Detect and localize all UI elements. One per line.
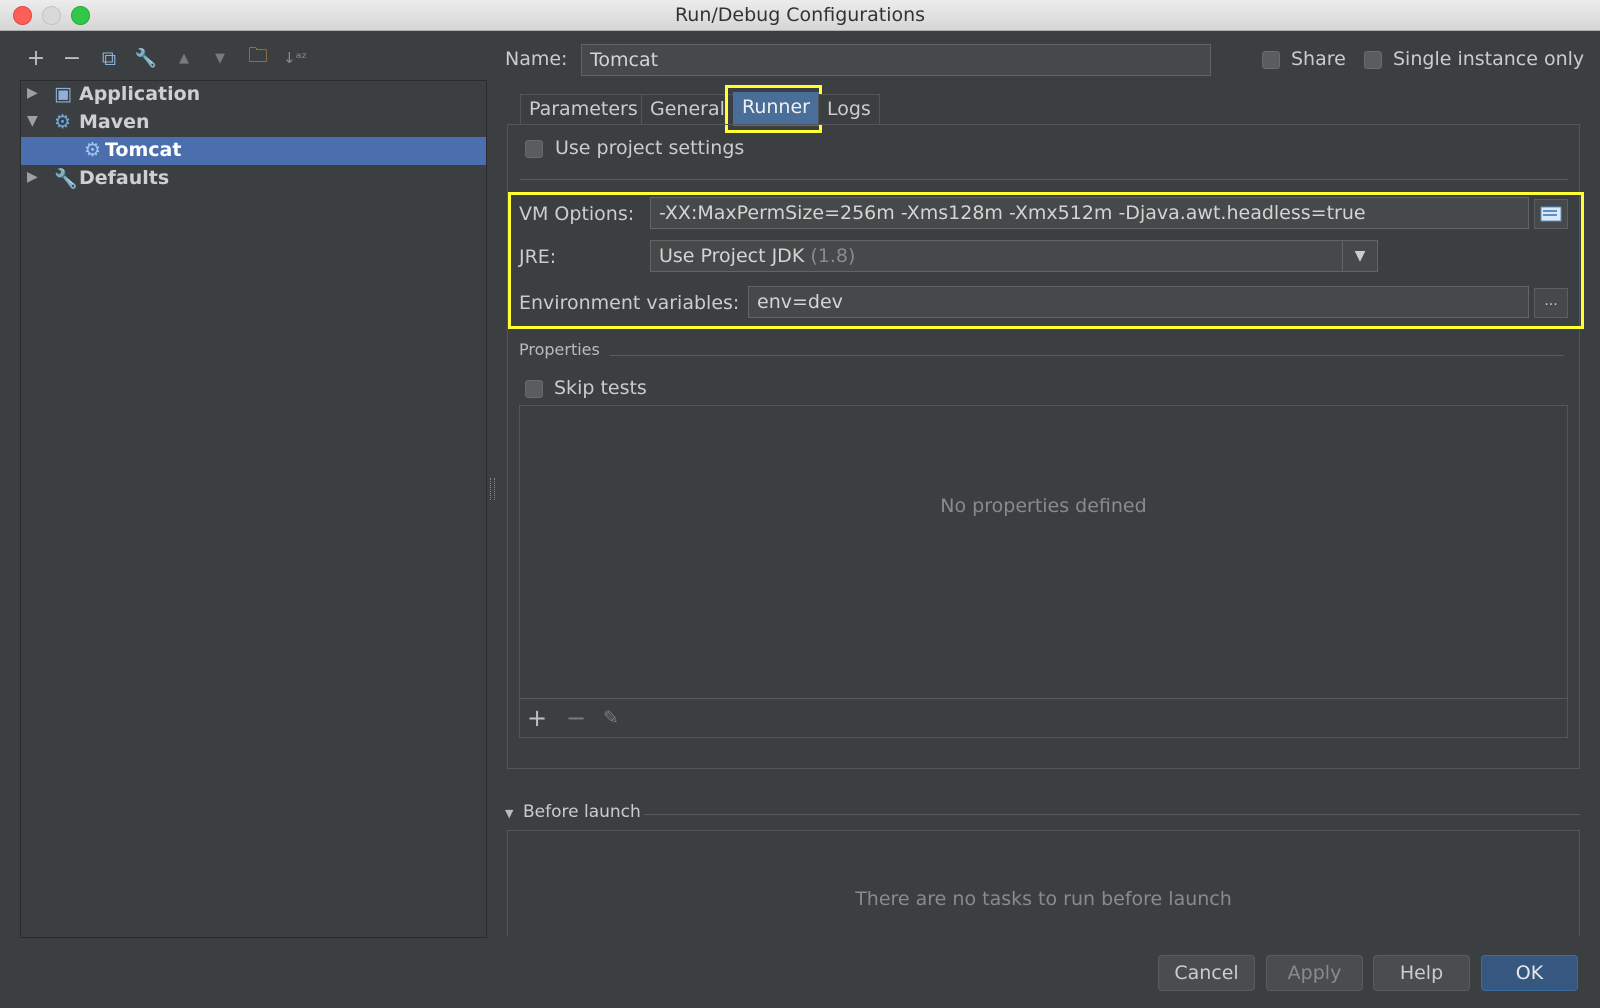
- share-checkbox[interactable]: [1262, 51, 1280, 69]
- splitter-handle[interactable]: [490, 478, 495, 500]
- tree-item-maven[interactable]: ▼ ⚙ Maven: [21, 109, 486, 137]
- browse-env-button[interactable]: ...: [1534, 288, 1568, 318]
- empty-properties-text: No properties defined: [940, 495, 1147, 517]
- before-launch-title[interactable]: Before launch: [523, 802, 641, 822]
- jre-version: (1.8): [810, 245, 856, 267]
- share-label: Share: [1291, 48, 1346, 70]
- help-button[interactable]: Help: [1373, 955, 1470, 991]
- ok-button[interactable]: OK: [1481, 955, 1578, 991]
- collapse-arrow-icon[interactable]: ▼: [27, 113, 38, 129]
- divider: [520, 698, 1567, 699]
- tree-item-label: Application: [79, 83, 201, 105]
- name-label: Name:: [505, 48, 568, 70]
- application-icon: ▣: [54, 83, 72, 105]
- properties-table[interactable]: [519, 405, 1568, 738]
- skip-tests-checkbox[interactable]: [525, 380, 543, 398]
- tree-item-defaults[interactable]: ▶ 🔧 Defaults: [21, 165, 486, 193]
- jre-select[interactable]: Use Project JDK (1.8) ▼: [650, 240, 1378, 272]
- expand-editor-button[interactable]: [1534, 199, 1568, 229]
- chevron-down-icon[interactable]: ▼: [1342, 241, 1377, 271]
- before-launch-empty-text: There are no tasks to run before launch: [855, 888, 1232, 910]
- before-launch-list[interactable]: [507, 830, 1580, 936]
- single-instance-checkbox[interactable]: [1364, 51, 1382, 69]
- divider: [520, 179, 1568, 180]
- use-project-settings-checkbox[interactable]: [525, 140, 543, 158]
- move-down-icon[interactable]: ▼: [205, 44, 235, 72]
- tree-item-application[interactable]: ▶ ▣ Application: [21, 81, 486, 109]
- cancel-button[interactable]: Cancel: [1158, 955, 1255, 991]
- copy-icon[interactable]: ⧉: [94, 44, 124, 72]
- collapse-arrow-icon[interactable]: ▼: [505, 807, 513, 820]
- wrench-icon: 🔧: [54, 168, 78, 190]
- tree-item-label: Tomcat: [105, 139, 182, 161]
- environment-variables-label: Environment variables:: [519, 292, 740, 314]
- tab-parameters[interactable]: Parameters: [520, 94, 647, 124]
- jre-value: Use Project JDK: [659, 245, 805, 267]
- expand-arrow-icon[interactable]: ▶: [27, 85, 38, 101]
- add-property-icon[interactable]: +: [527, 704, 547, 732]
- remove-property-icon[interactable]: −: [566, 704, 586, 732]
- tree-item-label: Defaults: [79, 167, 170, 189]
- vm-options-field[interactable]: -XX:MaxPermSize=256m -Xms128m -Xmx512m -…: [650, 197, 1529, 229]
- sort-icon[interactable]: ↓ᵃᶻ: [280, 44, 310, 72]
- jre-label: JRE:: [519, 246, 557, 268]
- expand-arrow-icon[interactable]: ▶: [27, 169, 38, 185]
- apply-button[interactable]: Apply: [1266, 955, 1363, 991]
- use-project-settings-label: Use project settings: [555, 137, 745, 159]
- divider: [610, 355, 1564, 356]
- remove-icon[interactable]: −: [57, 44, 87, 72]
- single-instance-label: Single instance only: [1393, 48, 1585, 70]
- tab-logs[interactable]: Logs: [818, 94, 880, 124]
- environment-variables-field[interactable]: env=dev: [748, 286, 1529, 318]
- maven-icon: ⚙: [84, 139, 102, 161]
- text-editor-icon: [1540, 206, 1562, 222]
- move-up-icon[interactable]: ▲: [169, 44, 199, 72]
- name-field[interactable]: Tomcat: [581, 44, 1211, 76]
- window-title: Run/Debug Configurations: [674, 4, 926, 26]
- tree-item-label: Maven: [79, 111, 150, 133]
- edit-pencil-icon[interactable]: ✎: [603, 707, 619, 729]
- tab-general[interactable]: General: [641, 94, 734, 124]
- folder-icon[interactable]: 🗀: [243, 43, 273, 72]
- skip-tests-label: Skip tests: [554, 377, 647, 399]
- vm-options-label: VM Options:: [519, 203, 635, 225]
- maven-icon: ⚙: [54, 111, 72, 133]
- properties-section-title: Properties: [519, 340, 600, 359]
- tree-item-tomcat[interactable]: ⚙ Tomcat: [21, 137, 486, 165]
- wrench-icon[interactable]: 🔧: [131, 44, 161, 72]
- configuration-tree[interactable]: ▶ ▣ Application ▼ ⚙ Maven ⚙ Tomcat ▶ 🔧 D…: [20, 80, 487, 938]
- divider: [644, 814, 1580, 815]
- add-icon[interactable]: +: [21, 44, 51, 72]
